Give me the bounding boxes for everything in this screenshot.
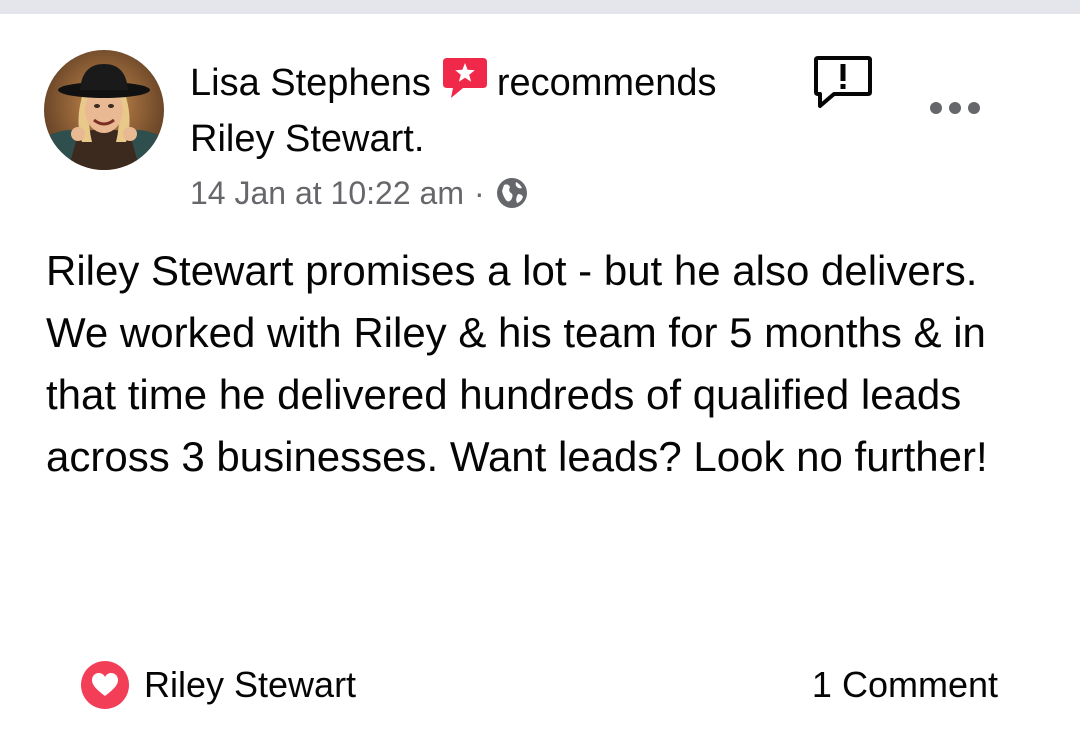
more-options-icon[interactable] [928,98,982,118]
recommend-star-icon [441,54,489,100]
avatar-image [44,50,164,170]
report-icon[interactable] [812,54,874,110]
author-name[interactable]: Lisa Stephens [190,58,431,108]
author-avatar[interactable] [44,50,164,170]
post-header-line: Lisa Stephens recommends [190,58,716,108]
reactions-summary[interactable]: Riley Stewart [80,660,356,710]
post-timestamp[interactable]: 14 Jan at 10:22 am [190,172,464,214]
reaction-name: Riley Stewart [144,664,357,705]
post-body-text: Riley Stewart promises a lot - but he al… [46,247,988,480]
post-meta: 14 Jan at 10:22 am · [190,172,529,214]
meta-separator: · [473,175,485,211]
top-divider-bar [0,0,1080,14]
globe-icon[interactable] [495,176,529,210]
recommends-label: recommends [496,62,717,104]
comments-count-link[interactable]: 1 Comment [812,660,998,710]
heart-reaction-icon [80,660,130,710]
recommended-page-name[interactable]: Riley Stewart. [190,114,424,164]
